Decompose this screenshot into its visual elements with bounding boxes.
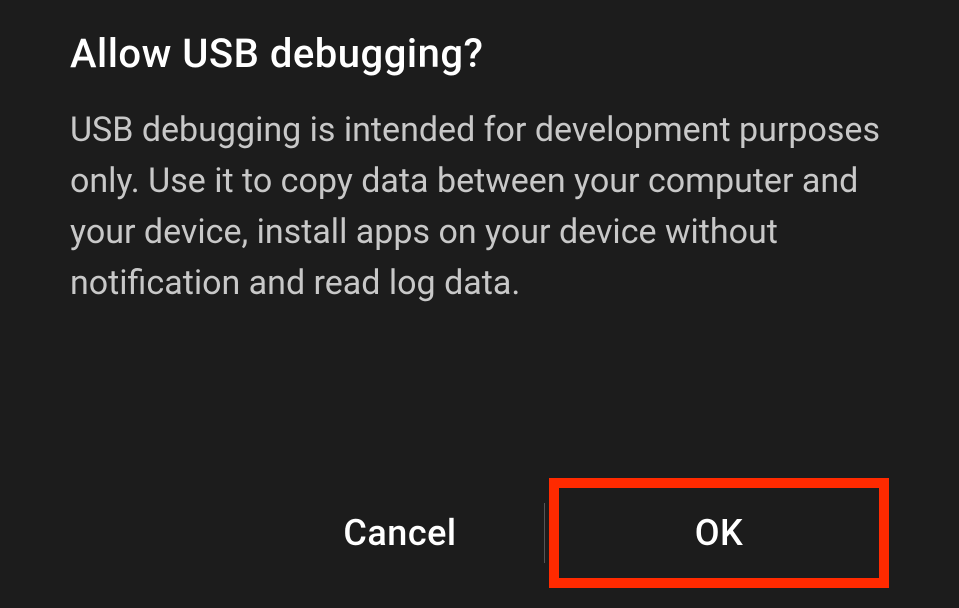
cancel-button[interactable]: Cancel	[260, 488, 540, 578]
dialog-body-text: USB debugging is intended for developmen…	[70, 105, 889, 458]
ok-button[interactable]: OK	[559, 488, 879, 578]
ok-button-highlight-annotation: OK	[549, 478, 889, 588]
dialog-title: Allow USB debugging?	[70, 30, 889, 77]
button-divider	[544, 503, 545, 563]
usb-debugging-dialog: Allow USB debugging? USB debugging is in…	[0, 0, 959, 608]
dialog-button-row: Cancel OK	[70, 478, 889, 588]
